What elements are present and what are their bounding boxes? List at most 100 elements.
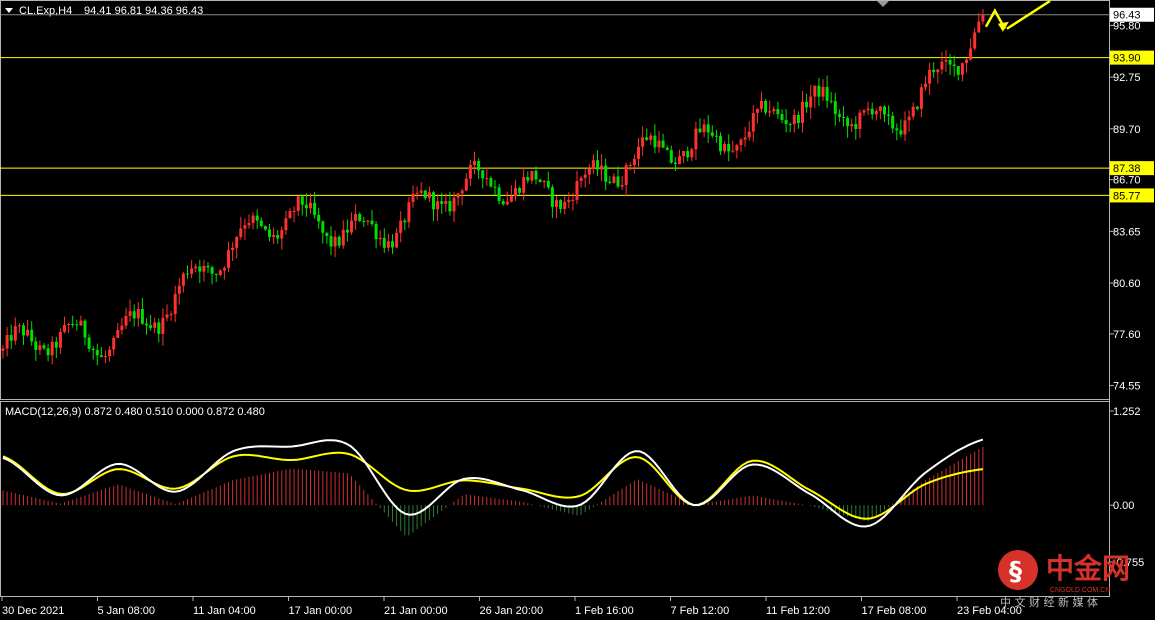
candle-body[interactable] — [858, 112, 862, 129]
candle-body[interactable] — [444, 201, 448, 204]
candle-body[interactable] — [448, 201, 452, 212]
candle-body[interactable] — [251, 215, 255, 224]
candle-body[interactable] — [259, 220, 263, 227]
candle-body[interactable] — [727, 143, 731, 152]
candle-body[interactable] — [694, 128, 698, 150]
candle-body[interactable] — [747, 131, 751, 138]
candle-body[interactable] — [452, 197, 456, 212]
candle-body[interactable] — [79, 320, 83, 326]
candle-body[interactable] — [620, 185, 624, 187]
candle-body[interactable] — [186, 273, 189, 275]
candle-body[interactable] — [276, 234, 280, 239]
candle-body[interactable] — [321, 221, 325, 233]
candle-body[interactable] — [198, 266, 202, 272]
candle-body[interactable] — [120, 325, 124, 331]
candle-body[interactable] — [42, 345, 46, 349]
candle-body[interactable] — [99, 355, 103, 358]
candle-body[interactable] — [415, 192, 419, 194]
candle-body[interactable] — [497, 187, 501, 202]
candle-body[interactable] — [370, 220, 374, 225]
candle-body[interactable] — [54, 341, 58, 348]
candle-body[interactable] — [128, 311, 132, 316]
candle-body[interactable] — [600, 165, 604, 170]
candle-body[interactable] — [542, 180, 546, 183]
candle-body[interactable] — [895, 128, 899, 131]
candle-body[interactable] — [702, 124, 706, 133]
candle-body[interactable] — [153, 322, 157, 328]
candle-body[interactable] — [296, 196, 300, 211]
candle-body[interactable] — [337, 236, 341, 246]
candle-body[interactable] — [329, 236, 333, 247]
candle-body[interactable] — [530, 170, 534, 181]
candle-body[interactable] — [977, 21, 981, 33]
candle-body[interactable] — [919, 87, 923, 109]
candle-body[interactable] — [768, 111, 772, 113]
price-panel[interactable] — [0, 0, 1110, 400]
candle-body[interactable] — [641, 137, 645, 147]
candle-body[interactable] — [915, 106, 919, 109]
candle-body[interactable] — [165, 314, 169, 318]
candle-body[interactable] — [612, 176, 616, 183]
candle-body[interactable] — [247, 223, 251, 226]
candle-body[interactable] — [71, 323, 75, 325]
candle-body[interactable] — [288, 211, 292, 219]
candle-body[interactable] — [5, 335, 9, 349]
candle-body[interactable] — [284, 218, 288, 231]
candle-body[interactable] — [965, 59, 968, 64]
candle-body[interactable] — [714, 135, 718, 137]
candle-body[interactable] — [883, 106, 886, 115]
candle-body[interactable] — [583, 174, 587, 178]
candle-body[interactable] — [354, 214, 358, 221]
candle-body[interactable] — [899, 130, 903, 135]
candle-body[interactable] — [83, 320, 87, 338]
candle-body[interactable] — [436, 201, 440, 210]
candle-body[interactable] — [686, 151, 690, 158]
candle-body[interactable] — [555, 200, 558, 207]
candle-body[interactable] — [903, 120, 907, 135]
candle-body[interactable] — [518, 187, 522, 193]
candle-body[interactable] — [268, 229, 271, 238]
candle-body[interactable] — [653, 135, 657, 148]
candle-body[interactable] — [169, 314, 173, 316]
candle-body[interactable] — [366, 220, 370, 222]
candle-body[interactable] — [788, 123, 792, 125]
candle-body[interactable] — [140, 308, 144, 324]
candle-body[interactable] — [632, 158, 636, 166]
candle-body[interactable] — [743, 137, 747, 140]
candle-body[interactable] — [407, 202, 411, 223]
candle-body[interactable] — [124, 315, 128, 326]
candle-body[interactable] — [661, 140, 665, 148]
candle-body[interactable] — [280, 230, 284, 239]
candle-body[interactable] — [846, 117, 850, 127]
candle-body[interactable] — [924, 83, 927, 88]
candle-body[interactable] — [969, 48, 973, 60]
candle-body[interactable] — [698, 128, 702, 133]
candle-body[interactable] — [108, 349, 112, 357]
candle-body[interactable] — [485, 178, 489, 180]
candle-body[interactable] — [132, 311, 136, 319]
candle-body[interactable] — [760, 100, 763, 109]
candle-body[interactable] — [358, 214, 362, 221]
candle-body[interactable] — [395, 232, 399, 248]
candle-body[interactable] — [460, 190, 464, 194]
candle-body[interactable] — [690, 149, 694, 158]
candle-body[interactable] — [50, 341, 54, 356]
macd-panel[interactable] — [0, 401, 1110, 597]
candle-body[interactable] — [34, 341, 38, 350]
candle-body[interactable] — [514, 187, 517, 197]
candle-body[interactable] — [665, 147, 669, 151]
candle-body[interactable] — [22, 325, 25, 336]
candle-body[interactable] — [637, 146, 640, 159]
candle-body[interactable] — [751, 112, 755, 132]
candle-body[interactable] — [928, 69, 932, 84]
candle-body[interactable] — [657, 140, 661, 148]
candle-body[interactable] — [38, 345, 42, 350]
candle-body[interactable] — [136, 308, 140, 319]
candle-body[interactable] — [362, 220, 366, 222]
candle-body[interactable] — [792, 114, 796, 125]
candle-body[interactable] — [678, 156, 681, 165]
candle-body[interactable] — [579, 177, 583, 182]
candle-body[interactable] — [112, 337, 116, 350]
candle-body[interactable] — [608, 181, 612, 183]
candle-body[interactable] — [173, 293, 177, 315]
